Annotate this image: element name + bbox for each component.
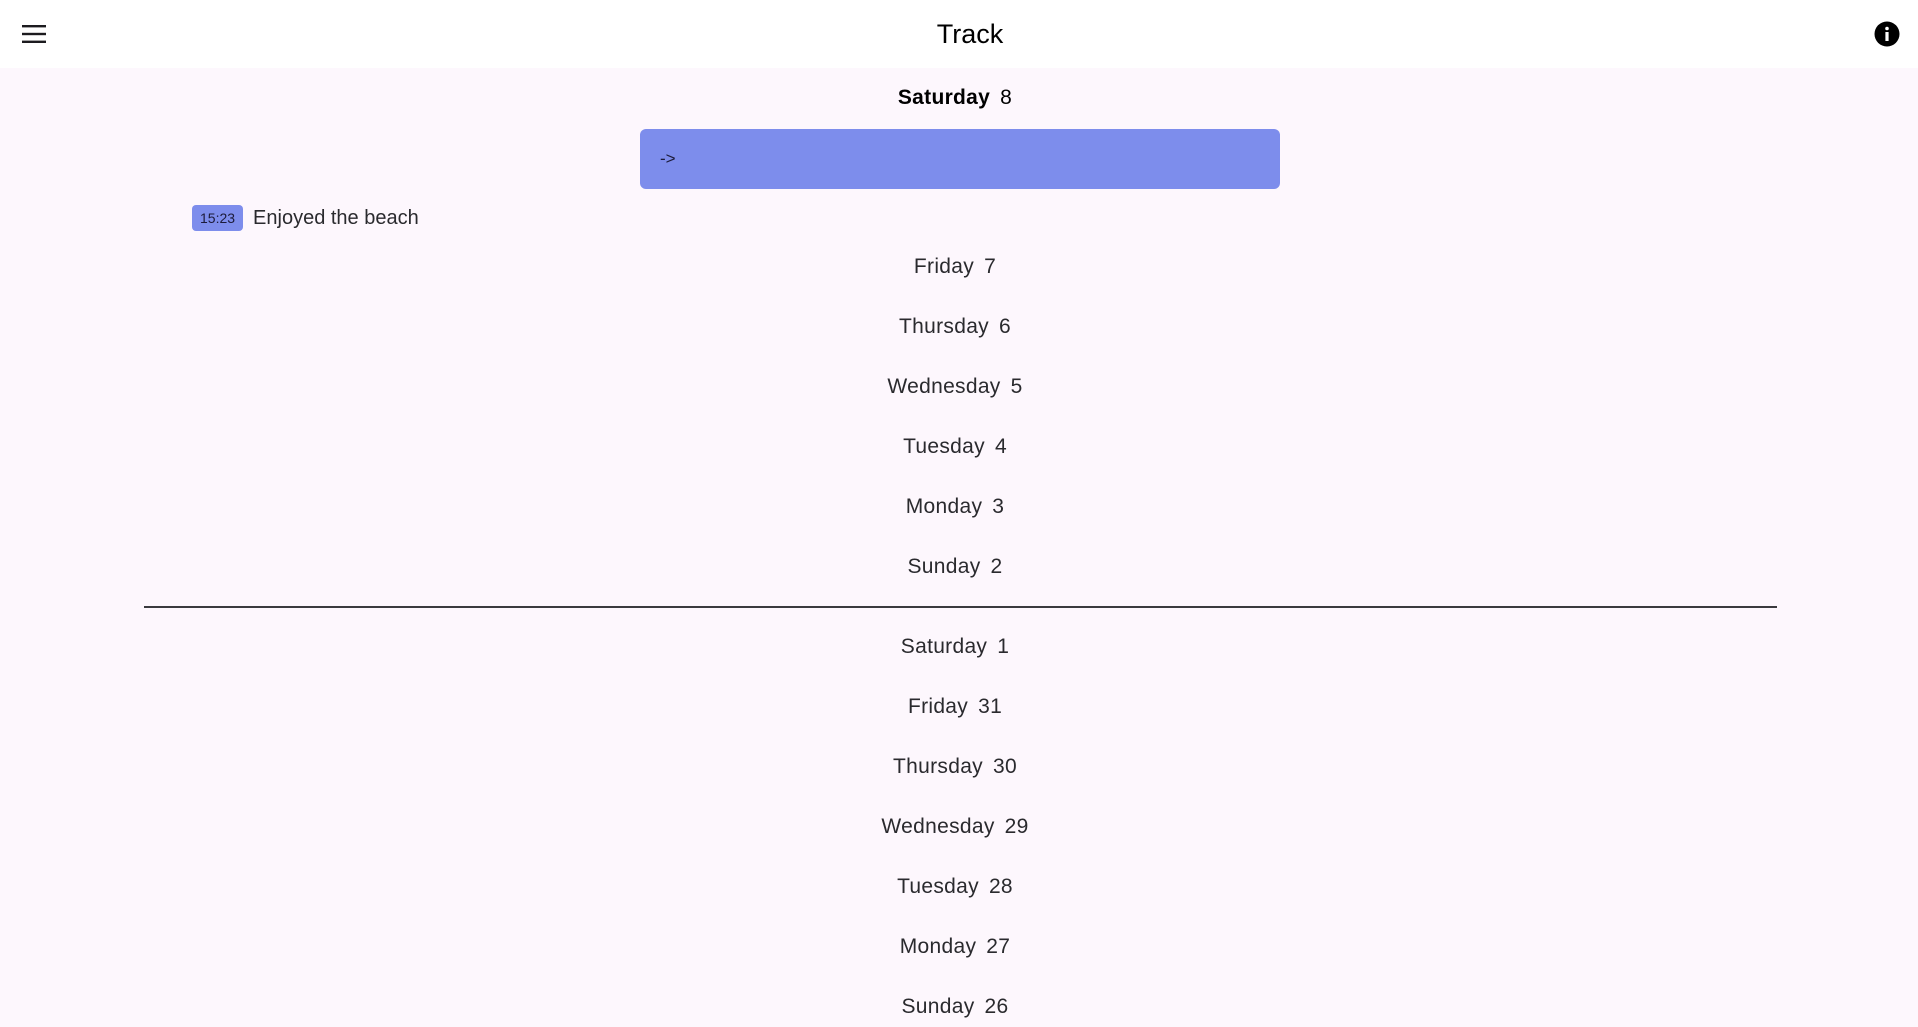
log-entry[interactable]: 15:23 Enjoyed the beach <box>192 204 419 232</box>
day-number: 7 <box>984 255 997 278</box>
day-number: 30 <box>992 755 1017 778</box>
day-name: Tuesday <box>897 875 979 898</box>
day-row[interactable]: Saturday 1 <box>0 633 1910 661</box>
day-number: 31 <box>978 695 1003 718</box>
day-name: Wednesday <box>887 375 1001 398</box>
day-header-today: Saturday 8 <box>0 84 1910 112</box>
day-number: 3 <box>992 495 1005 518</box>
day-row[interactable]: Monday 27 <box>0 933 1910 961</box>
day-name: Saturday <box>897 86 991 109</box>
day-name: Sunday <box>907 555 981 578</box>
day-number: 4 <box>994 435 1007 458</box>
day-name: Wednesday <box>881 815 995 838</box>
day-row[interactable]: Wednesday 5 <box>0 373 1910 401</box>
entry-prefix: -> <box>660 149 676 168</box>
day-number: 2 <box>990 555 1003 578</box>
info-button[interactable] <box>1873 20 1900 47</box>
day-row[interactable]: Tuesday 28 <box>0 873 1910 901</box>
day-name: Friday <box>913 255 975 278</box>
day-number: 1 <box>997 635 1010 658</box>
day-row[interactable]: Sunday 2 <box>0 553 1910 581</box>
day-row[interactable]: Friday 7 <box>0 253 1910 281</box>
log-time-badge: 15:23 <box>192 205 244 231</box>
day-name: Thursday <box>893 755 983 778</box>
day-name: Monday <box>905 495 983 518</box>
day-name: Saturday <box>900 635 988 658</box>
day-number: 29 <box>1004 815 1029 838</box>
day-row[interactable]: Thursday 30 <box>0 753 1910 781</box>
entry-input[interactable]: -> <box>640 129 1280 189</box>
week-divider <box>144 606 1777 608</box>
day-number: 5 <box>1010 375 1023 398</box>
day-row[interactable]: Friday 31 <box>0 693 1910 721</box>
app-title: Track <box>936 19 1004 49</box>
day-name: Thursday <box>899 315 989 338</box>
day-row[interactable]: Thursday 6 <box>0 313 1910 341</box>
day-row[interactable]: Tuesday 4 <box>0 433 1910 461</box>
info-icon <box>1874 21 1899 46</box>
day-row[interactable]: Sunday 26 <box>0 993 1910 1021</box>
day-name: Sunday <box>901 995 975 1018</box>
day-number: 8 <box>1000 86 1013 109</box>
day-number: 6 <box>998 315 1011 338</box>
day-number: 26 <box>984 995 1009 1018</box>
app-bar: Track <box>0 0 1918 68</box>
day-name: Tuesday <box>903 435 985 458</box>
day-name: Monday <box>899 935 977 958</box>
day-row[interactable]: Wednesday 29 <box>0 813 1910 841</box>
day-number: 28 <box>988 875 1013 898</box>
day-name: Friday <box>907 695 969 718</box>
day-row[interactable]: Monday 3 <box>0 493 1910 521</box>
log-text: Enjoyed the beach <box>253 206 419 229</box>
day-number: 27 <box>986 935 1011 958</box>
